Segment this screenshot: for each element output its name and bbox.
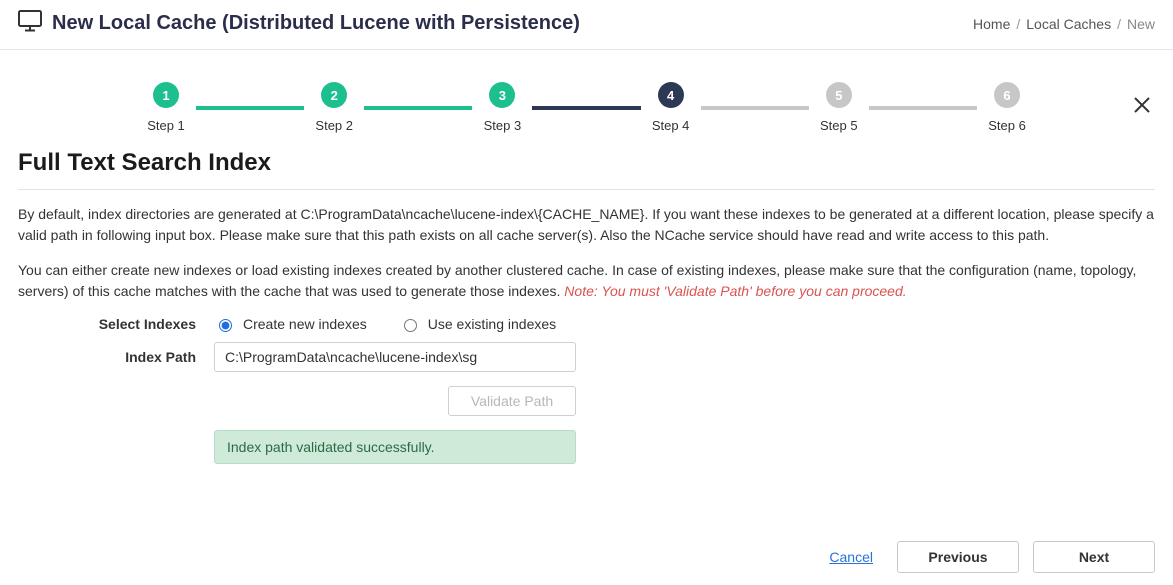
step-label: Step 3 [484,118,522,133]
step-label: Step 6 [988,118,1026,133]
page-title: New Local Cache (Distributed Lucene with… [52,12,580,35]
step-connector [701,106,809,110]
description-paragraph-2: You can either create new indexes or loa… [18,260,1155,302]
step-circle: 6 [994,82,1020,108]
step-4[interactable]: 4 Step 4 [641,82,701,133]
radio-create-label: Create new indexes [243,316,367,332]
step-label: Step 1 [147,118,185,133]
breadcrumb-local-caches[interactable]: Local Caches [1026,16,1111,32]
step-connector [532,106,640,110]
step-label: Step 4 [652,118,690,133]
radio-use-label: Use existing indexes [428,316,556,332]
description-paragraph-1: By default, index directories are genera… [18,204,1155,246]
radio-use-input[interactable] [404,319,417,332]
step-connector [196,106,304,110]
step-5[interactable]: 5 Step 5 [809,82,869,133]
step-circle: 2 [321,82,347,108]
wizard-stepper: 1 Step 1 2 Step 2 3 Step 3 4 Step 4 5 St… [136,82,1037,133]
breadcrumb-separator: / [1117,16,1121,32]
breadcrumb-home[interactable]: Home [973,16,1010,32]
validate-path-button[interactable]: Validate Path [448,386,576,416]
step-circle: 1 [153,82,179,108]
breadcrumb-current: New [1127,16,1155,32]
step-circle: 4 [658,82,684,108]
monitor-icon [18,10,52,37]
step-connector [364,106,472,110]
breadcrumb: Home / Local Caches / New [973,16,1155,32]
index-path-input[interactable] [214,342,576,372]
radio-create-input[interactable] [219,319,232,332]
radio-create-new-indexes[interactable]: Create new indexes [214,316,367,332]
step-circle: 3 [489,82,515,108]
breadcrumb-separator: / [1016,16,1020,32]
validation-success-banner: Index path validated successfully. [214,430,576,464]
select-indexes-label: Select Indexes [18,316,214,332]
section-title: Full Text Search Index [18,149,1155,177]
cancel-link[interactable]: Cancel [829,549,873,565]
step-2[interactable]: 2 Step 2 [304,82,364,133]
divider [18,189,1155,190]
step-label: Step 5 [820,118,858,133]
step-3[interactable]: 3 Step 3 [472,82,532,133]
radio-use-existing-indexes[interactable]: Use existing indexes [399,316,556,332]
index-path-label: Index Path [18,349,214,365]
step-connector [869,106,977,110]
validate-note: Note: You must 'Validate Path' before yo… [564,283,906,299]
step-circle: 5 [826,82,852,108]
step-1[interactable]: 1 Step 1 [136,82,196,133]
previous-button[interactable]: Previous [897,541,1019,573]
next-button[interactable]: Next [1033,541,1155,573]
step-6[interactable]: 6 Step 6 [977,82,1037,133]
step-label: Step 2 [315,118,353,133]
close-icon[interactable] [1129,90,1155,124]
